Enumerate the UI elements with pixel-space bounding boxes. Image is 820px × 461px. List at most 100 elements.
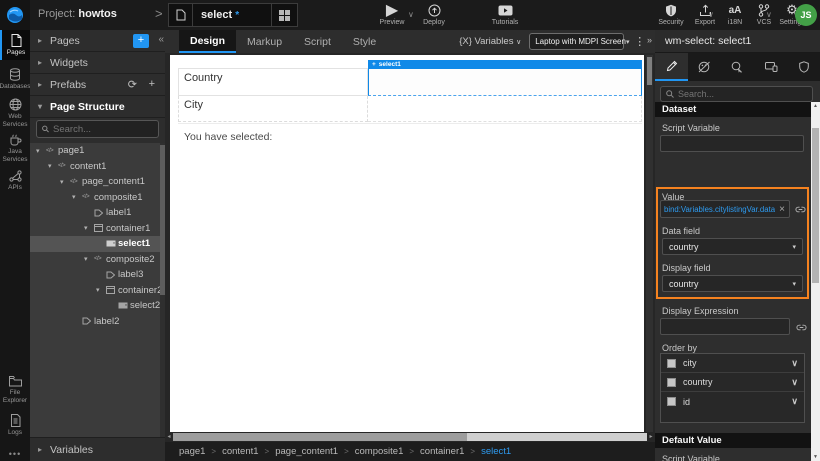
- order-by-row-city[interactable]: city ∨: [661, 354, 804, 373]
- user-avatar[interactable]: JS: [795, 4, 817, 26]
- checkbox-id[interactable]: [667, 397, 676, 406]
- caret-down-icon[interactable]: ▾: [60, 178, 70, 186]
- select2-widget-body[interactable]: [368, 96, 642, 122]
- caret-down-icon[interactable]: ▾: [72, 193, 82, 201]
- caret-down-icon[interactable]: ▾: [48, 162, 58, 170]
- breadcrumb-container1[interactable]: container1: [420, 446, 464, 457]
- tree-node-page1[interactable]: ▾ </> page1: [30, 143, 165, 159]
- order-by-row-id[interactable]: id ∨: [661, 392, 804, 411]
- tab-styles[interactable]: [688, 53, 721, 81]
- sidebar-item-logs[interactable]: Logs: [0, 410, 30, 440]
- value-binding-input[interactable]: bind:Variables.citylistingVar.dataSet ×: [660, 200, 790, 218]
- page-grid-icon[interactable]: [271, 4, 297, 26]
- caret-down-icon[interactable]: ▾: [36, 147, 46, 155]
- form-label-country[interactable]: Country: [178, 68, 368, 96]
- sidebar-item-apis[interactable]: APIs: [0, 166, 30, 196]
- breadcrumb-page1[interactable]: page1: [179, 446, 205, 457]
- tree-node-composite1[interactable]: ▾ </> composite1: [30, 190, 165, 206]
- tab-style[interactable]: Style: [342, 30, 387, 53]
- clear-binding-icon[interactable]: ×: [775, 204, 789, 215]
- page-structure-search[interactable]: [36, 120, 159, 138]
- select1-widget-body[interactable]: [368, 69, 642, 96]
- breadcrumb-content1[interactable]: content1: [222, 446, 258, 457]
- display-field-select[interactable]: country ▾: [662, 275, 803, 292]
- caret-down-icon[interactable]: ▾: [96, 286, 106, 294]
- canvas-vertical-scrollbar[interactable]: [646, 55, 653, 432]
- sidebar-item-pages[interactable]: Pages: [0, 30, 30, 60]
- properties-search-input[interactable]: [678, 89, 798, 99]
- sidebar-item-databases[interactable]: Databases: [0, 64, 31, 94]
- wavemaker-logo[interactable]: [0, 0, 30, 30]
- variables-button[interactable]: {X} Variables ∨: [459, 36, 521, 47]
- data-field-select[interactable]: country ▾: [662, 238, 803, 255]
- device-selector[interactable]: Laptop with MDPI Screen ▾: [529, 33, 629, 50]
- tree-node-label1[interactable]: label1: [30, 205, 165, 221]
- project-chevron-icon[interactable]: >: [155, 6, 163, 21]
- chevron-down-icon[interactable]: ∨: [791, 358, 798, 369]
- script-variable-input[interactable]: [660, 135, 804, 152]
- scroll-left-icon[interactable]: ◂: [165, 432, 173, 442]
- tab-design[interactable]: Design: [179, 30, 237, 53]
- add-page-button[interactable]: +: [133, 34, 149, 48]
- sidebar-item-web-services[interactable]: Web Services: [0, 94, 30, 130]
- tree-node-select1[interactable]: select1: [30, 236, 165, 252]
- properties-scrollbar[interactable]: ▲ ▼: [811, 102, 820, 461]
- chevron-down-icon[interactable]: ∨: [791, 377, 798, 388]
- scroll-right-icon[interactable]: ▸: [647, 432, 655, 442]
- bind-link-icon[interactable]: [795, 204, 806, 215]
- collapse-sidebar-icon[interactable]: «: [158, 34, 164, 45]
- section-dataset[interactable]: Dataset: [655, 102, 811, 117]
- tree-node-content1[interactable]: ▾ </> content1: [30, 159, 165, 175]
- tab-events[interactable]: [721, 53, 754, 81]
- sidebar-section-widgets[interactable]: ▸ Widgets: [30, 52, 165, 74]
- tree-node-container2[interactable]: ▾ container2: [30, 283, 165, 299]
- chevron-down-icon[interactable]: ∨: [791, 396, 798, 407]
- breadcrumb-composite1[interactable]: composite1: [355, 446, 404, 457]
- canvas-horizontal-scrollbar[interactable]: ◂ ▸: [165, 432, 655, 442]
- tutorials-button[interactable]: Tutorials: [483, 3, 527, 26]
- properties-search[interactable]: [660, 86, 813, 102]
- refresh-prefabs-icon[interactable]: ⟳: [128, 78, 137, 91]
- tree-node-label2[interactable]: label2: [30, 314, 165, 330]
- scroll-down-icon[interactable]: ▼: [811, 454, 820, 460]
- tab-markup[interactable]: Markup: [236, 30, 293, 53]
- tab-device[interactable]: [754, 53, 787, 81]
- sidebar-section-pages[interactable]: ▸ Pages + «: [30, 30, 165, 52]
- kebab-menu-icon[interactable]: ⋮: [634, 35, 645, 48]
- properties-scroll-thumb[interactable]: [812, 128, 819, 283]
- tab-security[interactable]: [787, 53, 820, 81]
- tree-node-container1[interactable]: ▾ container1: [30, 221, 165, 237]
- sidebar-item-java-services[interactable]: Java Services: [0, 130, 30, 166]
- display-expression-input[interactable]: [660, 318, 790, 335]
- collapse-panel-icon[interactable]: »: [647, 35, 652, 45]
- checkbox-country[interactable]: [667, 377, 676, 387]
- result-label[interactable]: You have selected:: [184, 131, 272, 143]
- sidebar-item-file-explorer[interactable]: File Explorer: [0, 372, 30, 408]
- widget-selection-tag[interactable]: + select1: [368, 60, 642, 69]
- checkbox-city[interactable]: [667, 358, 676, 368]
- sidebar-section-page-structure[interactable]: ▾ Page Structure: [30, 96, 165, 118]
- page-tab-select[interactable]: select *: [168, 3, 298, 27]
- selected-widget-select1[interactable]: + select1: [368, 60, 642, 96]
- form-label-city[interactable]: City: [178, 96, 368, 122]
- more-icon[interactable]: •••: [0, 449, 30, 459]
- breadcrumb-page-content1[interactable]: page_content1: [275, 446, 338, 457]
- tree-node-composite2[interactable]: ▾ </> composite2: [30, 252, 165, 268]
- scroll-up-icon[interactable]: ▲: [811, 103, 820, 109]
- deploy-button[interactable]: Deploy: [412, 3, 456, 26]
- add-prefab-icon[interactable]: +: [149, 78, 155, 90]
- section-default-value[interactable]: Default Value: [655, 433, 811, 448]
- breadcrumb-select1[interactable]: select1: [481, 446, 511, 457]
- caret-down-icon[interactable]: ▾: [84, 255, 94, 263]
- tree-node-label3[interactable]: label3: [30, 267, 165, 283]
- tree-node-select2[interactable]: select2: [30, 298, 165, 314]
- tree-node-page-content1[interactable]: ▾ </> page_content1: [30, 174, 165, 190]
- caret-down-icon[interactable]: ▾: [84, 224, 94, 232]
- order-by-row-country[interactable]: country ∨: [661, 373, 804, 392]
- bind-link-icon[interactable]: [796, 322, 807, 333]
- design-canvas-page[interactable]: Country + select1 City You have selected:: [170, 55, 644, 432]
- tab-properties[interactable]: [655, 53, 688, 81]
- sidebar-section-prefabs[interactable]: ▸ Prefabs ⟳ +: [30, 74, 165, 96]
- sidebar-section-variables[interactable]: ▸ Variables: [30, 437, 165, 461]
- search-input[interactable]: [53, 123, 153, 135]
